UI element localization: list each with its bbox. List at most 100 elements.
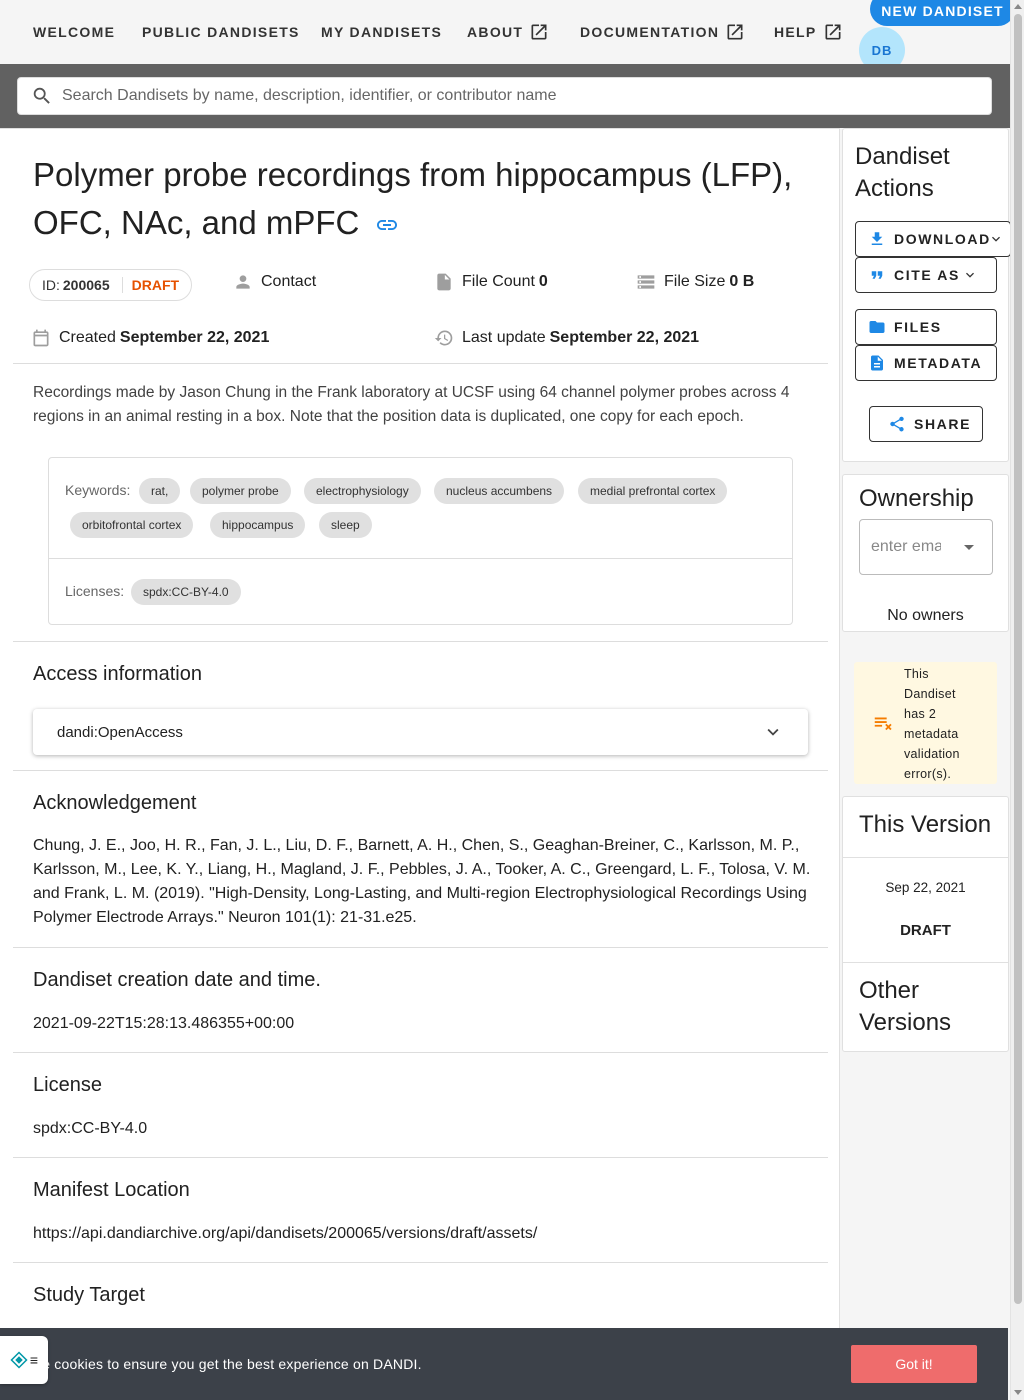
contact-link[interactable]: Contact <box>233 272 316 292</box>
files-button[interactable]: FILES <box>855 309 997 345</box>
dandiset-actions-title: Dandiset Actions <box>855 143 950 202</box>
keyword-chip: rat, <box>139 478 181 504</box>
top-navigation: WELCOME PUBLIC DANDISETS MY DANDISETS AB… <box>0 0 1015 73</box>
file-size-label: File Size <box>664 273 726 290</box>
nav-welcome-label: WELCOME <box>33 24 116 40</box>
share-button[interactable]: SHARE <box>869 406 983 442</box>
keyword-chip: polymer probe <box>190 478 291 504</box>
download-icon <box>871 232 883 245</box>
cite-as-label: CITE AS <box>894 267 960 283</box>
version-item[interactable]: Sep 22, 2021 DRAFT <box>843 858 1008 962</box>
divider <box>13 641 828 642</box>
divider <box>13 1052 828 1053</box>
nav-about[interactable]: ABOUT <box>467 22 549 42</box>
acknowledgement-text: Chung, J. E., Joo, H. R., Fan, J. L., Li… <box>33 837 811 926</box>
chevron-down-icon <box>767 728 779 736</box>
owner-select[interactable] <box>859 519 993 575</box>
divider <box>13 947 828 948</box>
study-target-heading: Study Target <box>33 1284 145 1306</box>
updated-value: September 22, 2021 <box>549 329 700 346</box>
share-icon <box>890 416 904 432</box>
folder-icon <box>869 321 885 333</box>
page-title: Polymer probe recordings from hippocampu… <box>33 151 793 247</box>
divider <box>13 363 828 364</box>
cookie-banner: se cookies to ensure you get the best ex… <box>0 1328 1008 1400</box>
manifest-location-value[interactable]: https://api.dandiarchive.org/api/dandise… <box>33 1222 813 1246</box>
version-date: Sep 22, 2021 <box>885 880 966 895</box>
scroll-up-arrow-icon[interactable] <box>1014 4 1022 9</box>
metadata-label: METADATA <box>894 355 983 371</box>
validation-message: This Dandiset has 2 metadata validation … <box>904 667 960 781</box>
search-input[interactable] <box>62 87 962 105</box>
file-icon <box>437 273 451 291</box>
search-icon <box>33 87 50 104</box>
download-label: DOWNLOAD <box>894 231 991 247</box>
created-value: September 22, 2021 <box>119 329 270 346</box>
file-count: File Count 0 <box>434 272 548 292</box>
keyword-chip: electrophysiology <box>304 478 421 504</box>
scroll-down-arrow-icon[interactable] <box>1014 1390 1022 1395</box>
diamond-logo-icon <box>10 1351 28 1369</box>
link-icon[interactable] <box>375 213 399 237</box>
dandiset-actions-card: Dandiset Actions DOWNLOAD CITE AS FILES … <box>842 128 1011 462</box>
file-size-value: 0 B <box>729 273 755 290</box>
dropdown-arrow-icon <box>964 545 974 550</box>
this-version-title: This Version <box>859 811 992 838</box>
metadata-button[interactable]: METADATA <box>855 345 997 381</box>
validation-warning[interactable]: This Dandiset has 2 metadata validation … <box>854 662 997 784</box>
scrollbar-thumb[interactable] <box>1014 14 1022 1304</box>
keyword-chip: hippocampus <box>210 512 306 538</box>
cookie-message: se cookies to ensure you get the best ex… <box>35 1356 422 1372</box>
help-widget-button[interactable]: ≡ <box>0 1336 48 1384</box>
cookie-accept-button[interactable]: Got it! <box>851 1345 977 1383</box>
access-information-panel[interactable]: dandi:OpenAccess <box>33 709 808 755</box>
keyword-chip: sleep <box>319 512 372 538</box>
access-value: dandi:OpenAccess <box>57 723 183 741</box>
quote-icon <box>871 271 883 279</box>
access-information-heading: Access information <box>33 663 202 685</box>
acknowledgement-heading: Acknowledgement <box>33 792 197 814</box>
open-in-new-icon <box>531 24 547 40</box>
cite-as-button[interactable]: CITE AS <box>855 257 997 293</box>
license-heading: License <box>33 1074 102 1096</box>
last-update: Last update September 22, 2021 <box>434 328 699 348</box>
scrollbar[interactable] <box>1010 0 1024 1400</box>
divider <box>843 962 1008 963</box>
open-in-new-icon <box>727 24 743 40</box>
nav-public-dandisets[interactable]: PUBLIC DANDISETS <box>142 22 300 42</box>
chevron-down-icon <box>966 272 974 278</box>
ownership-title: Ownership <box>859 485 974 512</box>
creation-date-heading: Dandiset creation date and time. <box>33 969 321 991</box>
search-box <box>17 77 992 115</box>
dandiset-description: Recordings made by Jason Chung in the Fr… <box>33 384 790 425</box>
contact-label: Contact <box>261 273 317 290</box>
versions-card: This Version Sep 22, 2021 DRAFT Other Ve… <box>842 796 1009 1052</box>
nav-documentation-label: DOCUMENTATION <box>580 24 720 40</box>
id-label: ID: <box>42 277 60 293</box>
divider <box>49 558 792 559</box>
nav-documentation[interactable]: DOCUMENTATION <box>580 22 745 42</box>
person-icon <box>236 275 250 289</box>
keyword-chip: medial prefrontal cortex <box>578 478 728 504</box>
nav-about-label: ABOUT <box>467 24 524 40</box>
owner-email-input[interactable] <box>871 538 941 556</box>
other-versions-title: Other Versions <box>859 977 952 1036</box>
creation-date-value: 2021-09-22T15:28:13.486355+00:00 <box>33 1015 295 1032</box>
nav-help-label: HELP <box>774 24 817 40</box>
keyword-chip: orbitofrontal cortex <box>70 512 194 538</box>
keywords-card: Keywords: rat, polymer probe electrophys… <box>48 457 793 625</box>
new-dandiset-button[interactable]: NEW DANDISET <box>870 0 1015 26</box>
list-error-icon <box>874 717 892 731</box>
nav-public-dandisets-label: PUBLIC DANDISETS <box>142 24 300 40</box>
nav-my-dandisets[interactable]: MY DANDISETS <box>321 22 442 42</box>
nav-welcome[interactable]: WELCOME <box>33 22 115 42</box>
divider <box>13 1262 828 1263</box>
identifier-chip: ID: 200065 DRAFT <box>29 269 193 301</box>
download-button[interactable]: DOWNLOAD <box>855 221 1011 257</box>
keywords-label: Keywords: <box>65 482 131 498</box>
files-label: FILES <box>894 319 942 335</box>
nav-help[interactable]: HELP <box>774 22 843 42</box>
licenses-label: Licenses: <box>65 583 125 599</box>
status-badge: DRAFT <box>121 277 179 293</box>
document-icon <box>871 355 883 371</box>
